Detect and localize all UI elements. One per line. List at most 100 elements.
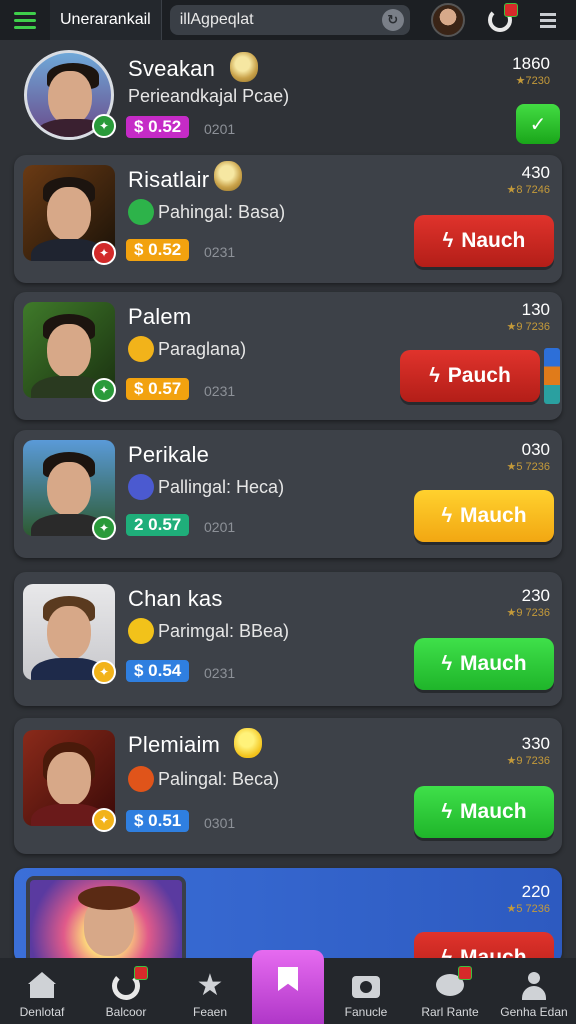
nav-item-home[interactable]: Denlotaf xyxy=(0,958,84,1024)
item-code: 0231 xyxy=(204,665,236,681)
item-name: Risatlair xyxy=(128,167,210,192)
nav-label: Balcoor xyxy=(105,1005,147,1019)
badge-icon: ✦ xyxy=(92,660,116,684)
item-subtitle: Palingal: Beca) xyxy=(128,766,279,792)
list-item[interactable]: ✦ Chan kas Parimgal: BBea) $ 0.54 0231 2… xyxy=(14,572,562,706)
item-rating: ★9 7236 xyxy=(506,607,550,619)
list-item[interactable]: ✦ Perikale Pallingal: Heca) 2 0.57 0201 … xyxy=(14,430,562,558)
nav-item-refresh[interactable]: Balcoor xyxy=(84,958,168,1024)
price-badge: $ 0.54 xyxy=(126,660,190,682)
bolt-icon: ϟ xyxy=(441,652,453,675)
confirm-button[interactable]: ✓ xyxy=(516,104,560,144)
category-icon xyxy=(128,766,154,792)
bolt-icon: ϟ xyxy=(441,504,453,527)
clear-search-icon[interactable]: ↻ xyxy=(381,9,404,31)
item-score: 1860 xyxy=(512,54,550,73)
item-score: 220 xyxy=(521,882,550,901)
item-code: 0231 xyxy=(204,383,236,399)
pause-button[interactable]: ϟ Pauch xyxy=(400,350,540,402)
tab-active[interactable]: Unerarankail xyxy=(50,0,162,40)
price-badge: $ 0.52 xyxy=(126,239,190,261)
check-icon: ✓ xyxy=(529,113,547,136)
nav-item-camera[interactable]: Fanucle xyxy=(324,958,408,1024)
nav-item-center[interactable] xyxy=(252,950,324,1024)
user-icon xyxy=(520,972,548,1000)
match-button[interactable]: ϟ Mauch xyxy=(414,786,554,838)
item-name: Chan kas xyxy=(128,586,223,611)
category-icon xyxy=(128,474,154,500)
item-score: 330 xyxy=(521,734,550,753)
price-badge: $ 0.52 xyxy=(126,116,190,138)
item-name: Palem xyxy=(128,304,192,329)
item-subtitle: Pahingal: Basa) xyxy=(128,199,285,225)
bolt-icon: ϟ xyxy=(442,229,454,252)
hamburger-menu-button[interactable] xyxy=(0,0,50,40)
price-badge: 2 0.57 xyxy=(126,514,190,536)
item-score: 030 xyxy=(521,440,550,459)
nav-item-profile[interactable]: Genha Edan xyxy=(492,958,576,1024)
featured-banner-image xyxy=(26,876,186,964)
home-icon xyxy=(28,972,56,1000)
bolt-icon: ϟ xyxy=(441,800,453,823)
star-icon: ★ xyxy=(196,969,224,1002)
item-code: 0201 xyxy=(204,121,236,137)
emoji-icon xyxy=(234,728,262,758)
badge-icon: ✦ xyxy=(92,378,116,402)
item-score: 230 xyxy=(521,586,550,605)
gem-icon xyxy=(214,161,242,191)
search-bar[interactable]: illAgpeqlat ↻ xyxy=(169,5,410,35)
item-subtitle: Parimgal: BBea) xyxy=(128,618,289,644)
nav-label: Rarl Rante xyxy=(421,1005,479,1019)
badge-icon: ✦ xyxy=(92,516,116,540)
item-score: 430 xyxy=(521,163,550,182)
chat-icon xyxy=(436,966,472,1000)
item-rating: ★5 7236 xyxy=(506,903,550,915)
item-rating: ★7230 xyxy=(515,75,550,87)
item-subtitle: Paraglana) xyxy=(128,336,246,362)
nav-label: Denlotaf xyxy=(19,1005,65,1019)
item-subtitle: Perieandkajal Pcae) xyxy=(128,86,290,106)
gem-icon xyxy=(230,52,258,82)
item-code: 0231 xyxy=(204,244,236,260)
list-item[interactable]: ✦ Sveakan Perieandkajal Pcae) $ 0.52 020… xyxy=(14,44,562,150)
match-button[interactable]: ϟ Mauch xyxy=(414,490,554,542)
item-name: Sveakan xyxy=(128,56,216,81)
badge-icon: ✦ xyxy=(92,808,116,832)
refresh-icon xyxy=(112,966,148,1000)
category-icon xyxy=(128,336,154,362)
bolt-icon: ϟ xyxy=(429,364,440,387)
item-code: 0301 xyxy=(204,815,236,831)
category-icon xyxy=(128,199,154,225)
refresh-icon[interactable] xyxy=(488,3,518,32)
item-name: Perikale xyxy=(128,442,210,467)
nav-item-chat[interactable]: Rarl Rante xyxy=(408,958,492,1024)
item-subtitle: Pallingal: Heca) xyxy=(128,474,284,500)
match-button[interactable]: ϟ Nauch xyxy=(414,215,554,267)
price-badge: $ 0.57 xyxy=(126,378,190,400)
item-rating: ★9 7236 xyxy=(506,321,550,333)
bottom-navigation: Denlotaf Balcoor ★ Feaen Fanucle Rarl Ra… xyxy=(0,950,576,1024)
overflow-menu-icon[interactable] xyxy=(540,11,556,29)
item-rating: ★5 7236 xyxy=(506,461,550,473)
nav-label: Fanucle xyxy=(344,1005,388,1019)
profile-avatar[interactable] xyxy=(431,3,465,37)
category-icon xyxy=(128,618,154,644)
list-item[interactable]: ✦ Plemiaim Palingal: Beca) $ 0.51 0301 3… xyxy=(14,718,562,854)
list-item[interactable]: ✦ Palem Paraglana) $ 0.57 0231 130 ★9 72… xyxy=(14,292,562,420)
nav-label: Genha Edan xyxy=(500,1005,568,1019)
nav-label: Feaen xyxy=(192,1005,228,1019)
notification-badge xyxy=(504,3,518,17)
match-button[interactable]: ϟ Mauch xyxy=(414,638,554,690)
nav-item-favorites[interactable]: ★ Feaen xyxy=(168,958,252,1024)
bookmark-icon xyxy=(274,967,302,995)
verified-badge-icon: ✦ xyxy=(92,114,116,138)
item-score: 130 xyxy=(521,300,550,319)
item-rating: ★9 7236 xyxy=(506,755,550,767)
camera-icon xyxy=(352,972,380,1000)
color-strip xyxy=(544,348,560,404)
list-item[interactable]: ✦ Risatlair Pahingal: Basa) $ 0.52 0231 … xyxy=(14,155,562,283)
item-code: 0201 xyxy=(204,519,236,535)
menu-icon xyxy=(14,10,36,31)
search-input[interactable]: illAgpeqlat xyxy=(180,11,382,29)
price-badge: $ 0.51 xyxy=(126,810,190,832)
